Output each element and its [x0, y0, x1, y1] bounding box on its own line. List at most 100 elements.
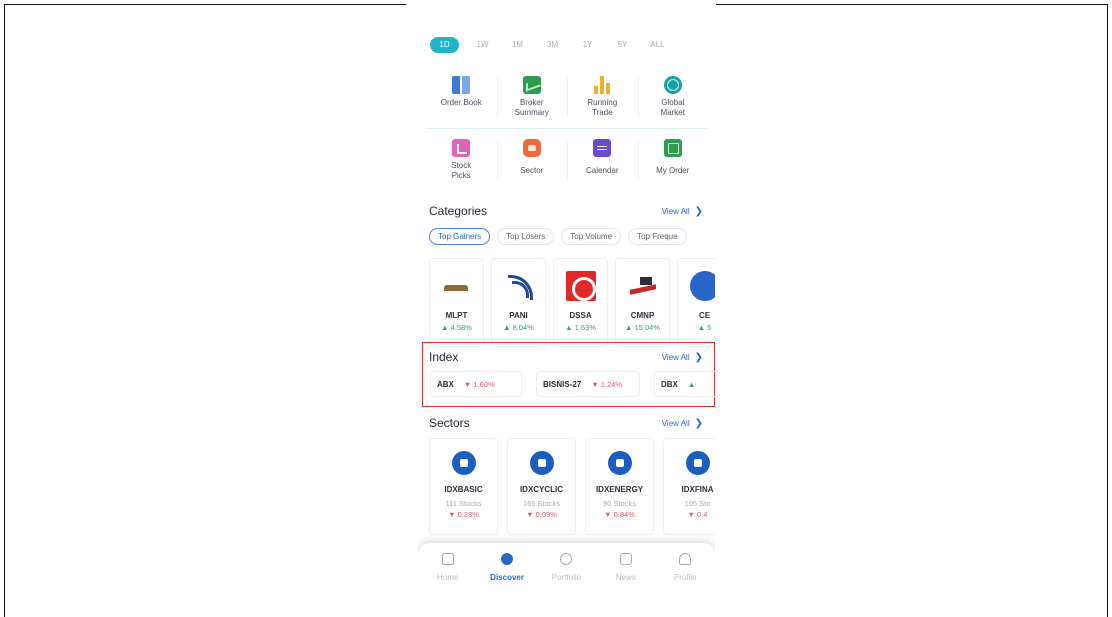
- news-icon: [619, 553, 632, 565]
- ce-logo-icon: [689, 271, 715, 301]
- index-list: ABX ▼ 1.60% BISNIS-27 ▼ 1.24% DBX ▲: [430, 371, 715, 397]
- index-item-abx[interactable]: ABX ▼ 1.60%: [430, 371, 522, 397]
- stock-code: MLPT: [445, 311, 468, 320]
- stock-card-mlpt[interactable]: MLPT ▲ 4.58%: [429, 258, 484, 347]
- chip-top-losers[interactable]: Top Losers: [497, 228, 555, 245]
- index-view-all[interactable]: View All ❯: [662, 352, 703, 363]
- sector-card-idxbasic[interactable]: IDXBASIC 111 Stocks ▼ 0.23%: [429, 438, 498, 535]
- categories-view-all[interactable]: View All ❯: [662, 206, 703, 217]
- stock-code: PANI: [509, 311, 528, 320]
- portfolio-icon: [560, 553, 573, 565]
- index-item-dbx[interactable]: DBX ▲: [654, 371, 715, 397]
- index-name: ABX: [437, 379, 454, 389]
- nav-home[interactable]: Home: [423, 553, 473, 593]
- sector-icon: [522, 139, 541, 157]
- stock-card-dssa[interactable]: DSSA ▲ 1.63%: [553, 258, 608, 347]
- stock-cards: MLPT ▲ 4.58% PANI ▲ 8.04% DSSA ▲ 1.63% C…: [429, 258, 715, 347]
- menu-label: Running Trade: [587, 98, 618, 117]
- pani-logo-icon: [504, 271, 534, 301]
- quick-menu-row: Stock Picks Sector Calendar My Order: [426, 129, 708, 189]
- timeframe-selector: 1D 1W 1M 3M 1Y 5Y ALL: [430, 37, 675, 53]
- sector-change: ▼ 0.4: [687, 510, 708, 519]
- view-all-label: View All: [661, 206, 690, 216]
- menu-broker-summary[interactable]: Broker Summary: [496, 72, 568, 128]
- timeframe-1m[interactable]: 1M: [500, 37, 535, 53]
- sector-card-idxcyclic[interactable]: IDXCYCLIC 165 Stocks ▼ 0.09%: [507, 438, 576, 535]
- stock-change: ▲ 1.63%: [565, 323, 596, 332]
- stock-change: ▲ 15.04%: [625, 323, 660, 332]
- sector-stock-count: 105 Sto: [684, 499, 711, 508]
- menu-my-order[interactable]: My Order: [637, 135, 709, 189]
- stock-change: ▲ 8.04%: [503, 323, 534, 332]
- menu-stock-picks[interactable]: Stock Picks: [426, 135, 497, 189]
- frame-gap: [406, 2, 716, 7]
- menu-label: Broker Summary: [514, 98, 549, 117]
- nav-label: Portfolio: [551, 573, 582, 582]
- sector-change: ▼ 0.09%: [526, 510, 557, 519]
- broker-summary-icon: [522, 76, 541, 94]
- timeframe-all[interactable]: ALL: [640, 37, 675, 53]
- nav-label: Home: [437, 573, 459, 582]
- chip-top-volume[interactable]: Top Volume: [561, 228, 622, 245]
- menu-label: Global Market: [660, 98, 685, 117]
- calendar-icon: [593, 139, 612, 157]
- quick-menu: Order Book Broker Summary Running Trade …: [426, 72, 708, 189]
- menu-running-trade[interactable]: Running Trade: [567, 72, 638, 128]
- timeframe-1y[interactable]: 1Y: [570, 37, 605, 53]
- discover-icon: [501, 553, 514, 565]
- index-header: Index View All ❯: [429, 350, 703, 364]
- sector-card-idxfina[interactable]: IDXFINA 105 Sto ▼ 0.4: [663, 438, 715, 535]
- menu-label: Order Book: [440, 98, 482, 107]
- idxbasic-icon: [451, 451, 476, 475]
- sectors-title: Sectors: [429, 416, 470, 430]
- sector-code: IDXBASIC: [444, 485, 483, 494]
- menu-order-book[interactable]: Order Book: [426, 72, 497, 128]
- nav-label: News: [615, 573, 636, 582]
- running-trade-icon: [593, 76, 611, 94]
- cmnp-logo-icon: [628, 271, 658, 301]
- sectors-view-all[interactable]: View All ❯: [662, 418, 703, 429]
- nav-portfolio[interactable]: Portfolio: [541, 553, 591, 593]
- sector-cards: IDXBASIC 111 Stocks ▼ 0.23% IDXCYCLIC 16…: [429, 438, 715, 535]
- sector-card-idxenergy[interactable]: IDXENERGY 90 Stocks ▼ 0.84%: [585, 438, 654, 535]
- idxenergy-icon: [607, 451, 632, 475]
- stock-card-cmnp[interactable]: CMNP ▲ 15.04%: [615, 258, 670, 347]
- view-all-label: View All: [661, 418, 690, 428]
- sector-stock-count: 111 Stocks: [445, 499, 482, 508]
- index-item-bisnis-27[interactable]: BISNIS-27 ▼ 1.24%: [536, 371, 640, 397]
- nav-label: Profile: [673, 573, 697, 582]
- sector-code: IDXENERGY: [595, 485, 644, 494]
- idxfina-icon: [685, 451, 710, 475]
- home-icon: [441, 553, 454, 565]
- stock-code: DSSA: [569, 311, 592, 320]
- global-market-icon: [663, 76, 682, 94]
- stock-change: ▲ 5: [697, 323, 712, 332]
- categories-header: Categories View All ❯: [429, 204, 703, 218]
- timeframe-1w[interactable]: 1W: [465, 37, 500, 53]
- stock-card-pani[interactable]: PANI ▲ 8.04%: [491, 258, 546, 347]
- sector-stock-count: 165 Stocks: [522, 499, 561, 508]
- idxcyclic-icon: [529, 451, 554, 475]
- chip-top-gainers[interactable]: Top Gainers: [429, 228, 491, 245]
- timeframe-1d[interactable]: 1D: [430, 37, 459, 53]
- sector-code: IDXFINA: [681, 485, 714, 494]
- stock-card-ce[interactable]: CE ▲ 5: [677, 258, 715, 347]
- menu-global-market[interactable]: Global Market: [637, 72, 709, 128]
- menu-sector[interactable]: Sector: [496, 135, 568, 189]
- quick-menu-row: Order Book Broker Summary Running Trade …: [426, 72, 708, 129]
- nav-discover[interactable]: Discover: [482, 553, 532, 593]
- nav-profile[interactable]: Profile: [660, 553, 710, 593]
- chevron-right-icon: ❯: [694, 351, 703, 363]
- timeframe-5y[interactable]: 5Y: [605, 37, 640, 53]
- sector-code: IDXCYCLIC: [519, 485, 564, 494]
- timeframe-3m[interactable]: 3M: [535, 37, 570, 53]
- chip-top-frequency[interactable]: Top Freque: [628, 228, 687, 245]
- category-chips: Top Gainers Top Losers Top Volume Top Fr…: [429, 228, 715, 245]
- nav-news[interactable]: News: [601, 553, 651, 593]
- my-order-icon: [663, 139, 682, 157]
- stock-picks-icon: [452, 139, 471, 157]
- menu-calendar[interactable]: Calendar: [567, 135, 638, 189]
- stock-change: ▲ 4.58%: [441, 323, 472, 332]
- mlpt-logo-icon: [442, 271, 472, 301]
- index-change: ▼ 1.60%: [463, 379, 495, 389]
